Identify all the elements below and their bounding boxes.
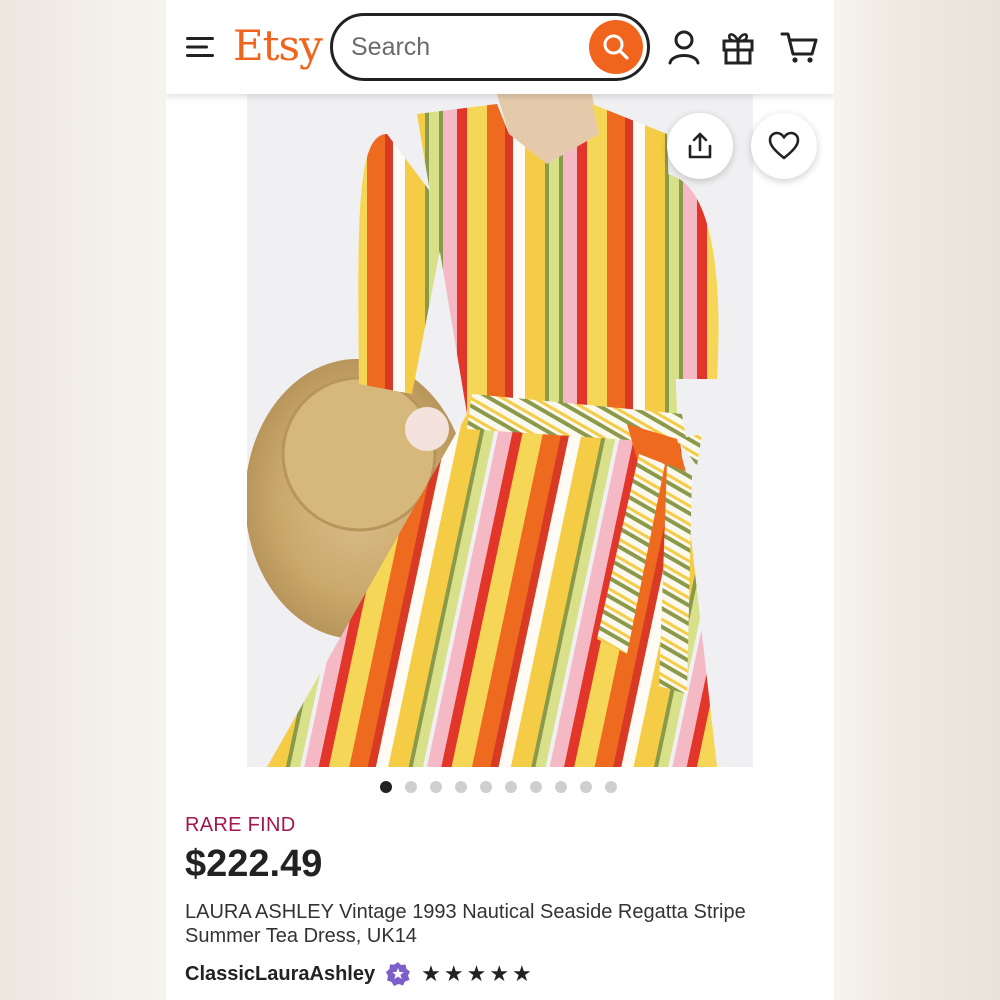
shop-row: ClassicLauraAshley ★ ★ ★ ★ ★ — [185, 960, 532, 988]
star-seller-badge-icon — [386, 962, 411, 986]
listing-price: $222.49 — [185, 843, 323, 885]
search-bar — [330, 13, 650, 81]
heart-icon — [768, 131, 800, 160]
account-icon[interactable] — [666, 28, 702, 66]
star-icon: ★ — [466, 961, 487, 986]
star-icon: ★ — [512, 961, 532, 986]
carousel-dot[interactable] — [605, 781, 617, 793]
shop-rating: ★ ★ ★ ★ ★ — [421, 962, 532, 986]
etsy-logo[interactable]: Etsy — [233, 20, 323, 72]
search-button[interactable] — [589, 20, 643, 74]
share-button[interactable] — [667, 113, 733, 179]
listing-title: LAURA ASHLEY Vintage 1993 Nautical Seasi… — [185, 901, 746, 947]
carousel-dot[interactable] — [580, 781, 592, 793]
carousel-dot[interactable] — [380, 781, 392, 793]
carousel-dot[interactable] — [430, 781, 442, 793]
search-icon — [603, 34, 629, 60]
search-input[interactable] — [351, 30, 581, 64]
listing-screen: Etsy Search RARE FIND $222.49 LAURA ASHL… — [166, 0, 834, 1000]
carousel-dot[interactable] — [530, 781, 542, 793]
shop-name-link[interactable]: ClassicLauraAshley — [185, 963, 375, 986]
carousel-dot[interactable] — [480, 781, 492, 793]
carousel-dot[interactable] — [405, 781, 417, 793]
star-icon: ★ — [443, 961, 464, 986]
menu-icon[interactable] — [184, 34, 216, 60]
product-image[interactable] — [247, 94, 753, 767]
gift-icon[interactable] — [720, 28, 756, 66]
carousel-dot[interactable] — [455, 781, 467, 793]
favorite-button[interactable] — [751, 113, 817, 179]
image-carousel-dots — [380, 781, 617, 793]
share-icon — [688, 132, 712, 159]
carousel-dot[interactable] — [505, 781, 517, 793]
star-icon: ★ — [421, 961, 441, 986]
top-header: Etsy — [166, 0, 834, 94]
rare-find-badge: RARE FIND — [185, 814, 296, 836]
star-icon: ★ — [489, 961, 510, 986]
cart-icon[interactable] — [780, 28, 820, 66]
carousel-dot[interactable] — [555, 781, 567, 793]
